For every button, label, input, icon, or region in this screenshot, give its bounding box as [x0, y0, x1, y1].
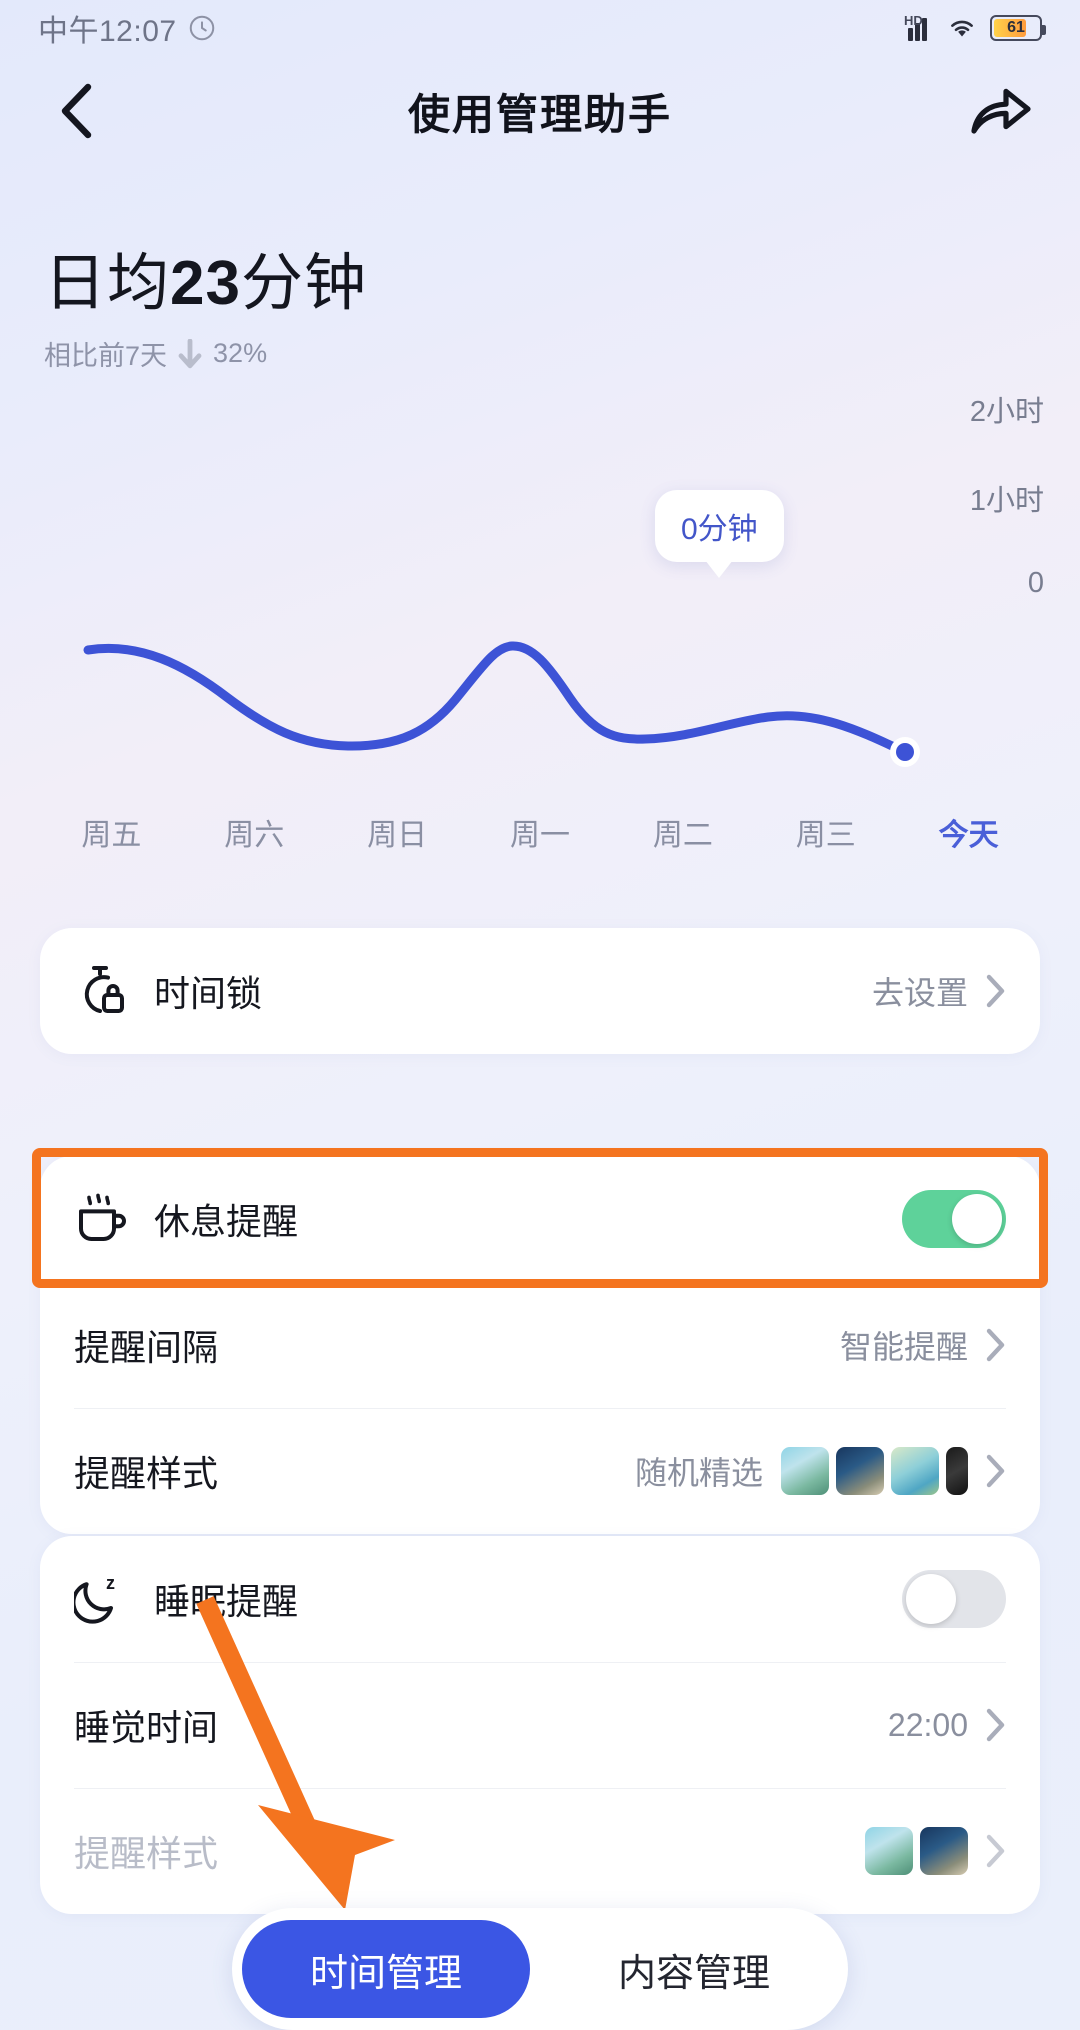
data-point-today[interactable] [896, 743, 914, 761]
timelock-value: 去设置 [871, 975, 968, 1011]
arrow-down-icon [178, 338, 202, 368]
usage-line-path [83, 641, 910, 757]
chevron-right-icon [986, 1328, 1005, 1362]
usage-chart: 2小时 1小时 0 0分钟 [0, 380, 1080, 800]
thumbnail-4 [946, 1447, 968, 1495]
coffee-cup-icon [74, 1191, 140, 1247]
rest-reminder-toggle[interactable] [902, 1190, 1006, 1248]
usage-line-svg [83, 641, 920, 767]
hd-label: HD [904, 13, 923, 28]
daily-average-suffix: 分钟 [240, 249, 367, 318]
cellular-signal-icon: HD [904, 13, 934, 41]
moon-sleep-icon: z [74, 1571, 140, 1627]
wifi-icon [951, 20, 973, 37]
back-chevron-icon [61, 83, 92, 139]
rest-reminder-row[interactable]: 休息提醒 [40, 1156, 1040, 1282]
rest-style-value: 随机精选 [634, 1455, 763, 1491]
daily-average: 日均23分钟 [44, 249, 367, 318]
day-label-3[interactable]: 周一 [469, 810, 612, 854]
status-bar: 中午12:07 HD 61 [0, 0, 1080, 56]
tab-content-management[interactable]: 内容管理 [550, 1920, 838, 2018]
daily-average-prefix: 日均 [44, 249, 171, 318]
compare-label: 相比前7天 [44, 341, 168, 372]
thumbnail-2 [836, 1447, 884, 1495]
rest-style-thumbnails [781, 1447, 968, 1495]
bottom-tabbar: 时间管理 内容管理 [232, 1908, 848, 2030]
sleep-style-row[interactable]: 提醒样式 [40, 1788, 1040, 1914]
trend-line: 相比前7天 32% [44, 334, 367, 373]
sleep-style-thumbnails [865, 1827, 968, 1875]
day-label-4[interactable]: 周二 [611, 810, 754, 854]
day-label-1[interactable]: 周六 [183, 810, 326, 854]
status-time: 中午12:07 [38, 15, 177, 48]
status-bar-left: 中午12:07 [38, 6, 217, 50]
phone-screen: 中午12:07 HD 61 使用管理助手 日均23分钟 相比前7天 32% 2小… [0, 0, 1080, 2030]
share-button[interactable] [966, 76, 1036, 146]
bedtime-label: 睡觉时间 [74, 1707, 219, 1748]
thumbnail-1 [781, 1447, 829, 1495]
battery-level: 61 [1007, 19, 1025, 36]
chart-tooltip: 0分钟 [655, 490, 784, 578]
status-bar-right: HD 61 [904, 13, 1046, 41]
bedtime-value: 22:00 [887, 1706, 968, 1743]
rest-reminder-label: 休息提醒 [154, 1201, 299, 1242]
svg-text:z: z [106, 1573, 115, 1593]
stopwatch-lock-icon [74, 963, 140, 1019]
chevron-right-icon [986, 1834, 1005, 1868]
timelock-label: 时间锁 [154, 973, 263, 1014]
rest-interval-row[interactable]: 提醒间隔 智能提醒 [40, 1282, 1040, 1408]
trend-percent: 32% [213, 338, 268, 369]
day-label-0[interactable]: 周五 [40, 810, 183, 854]
timelock-card: 时间锁 去设置 [40, 928, 1040, 1054]
rest-style-row[interactable]: 提醒样式 随机精选 [40, 1408, 1040, 1534]
y-axis-label-0: 0 [1027, 567, 1044, 599]
sleep-style-label: 提醒样式 [74, 1833, 219, 1874]
app-header: 使用管理助手 [0, 56, 1080, 166]
alarm-clock-icon [189, 15, 214, 41]
back-button[interactable] [44, 79, 108, 143]
page-title: 使用管理助手 [407, 90, 672, 138]
thumbnail-1 [865, 1827, 913, 1875]
bedtime-row[interactable]: 睡觉时间 22:00 [40, 1662, 1040, 1788]
y-axis-label-1h: 1小时 [969, 485, 1044, 517]
rest-style-label: 提醒样式 [74, 1453, 219, 1494]
rest-interval-label: 提醒间隔 [74, 1327, 219, 1368]
sleep-reminder-row[interactable]: z 睡眠提醒 [40, 1536, 1040, 1662]
sleep-reminder-toggle[interactable] [902, 1570, 1006, 1628]
y-axis-label-2h: 2小时 [969, 396, 1044, 428]
rest-reminder-card: 休息提醒 提醒间隔 智能提醒 提醒样式 随机精选 [40, 1156, 1040, 1534]
chevron-right-icon [986, 1454, 1005, 1488]
day-label-2[interactable]: 周日 [326, 810, 469, 854]
thumbnail-2 [920, 1827, 968, 1875]
daily-average-value: 23 [170, 249, 241, 318]
sleep-reminder-card: z 睡眠提醒 睡觉时间 22:00 提醒样式 [40, 1536, 1040, 1914]
sleep-reminder-label: 睡眠提醒 [154, 1581, 299, 1622]
share-arrow-icon [971, 88, 1031, 134]
timelock-row[interactable]: 时间锁 去设置 [40, 928, 1040, 1054]
day-label-5[interactable]: 周三 [754, 810, 897, 854]
day-label-today[interactable]: 今天 [897, 810, 1040, 854]
chart-day-axis: 周五 周六 周日 周一 周二 周三 今天 [0, 810, 1080, 854]
thumbnail-3 [891, 1447, 939, 1495]
tab-time-management[interactable]: 时间管理 [242, 1920, 530, 2018]
usage-summary: 日均23分钟 相比前7天 32% [44, 249, 367, 373]
chevron-right-icon [986, 1708, 1005, 1742]
battery-icon: 61 [990, 15, 1046, 41]
timelock-action[interactable]: 去设置 [872, 968, 1006, 1014]
rest-interval-value: 智能提醒 [839, 1329, 968, 1365]
chevron-right-icon [986, 974, 1005, 1008]
